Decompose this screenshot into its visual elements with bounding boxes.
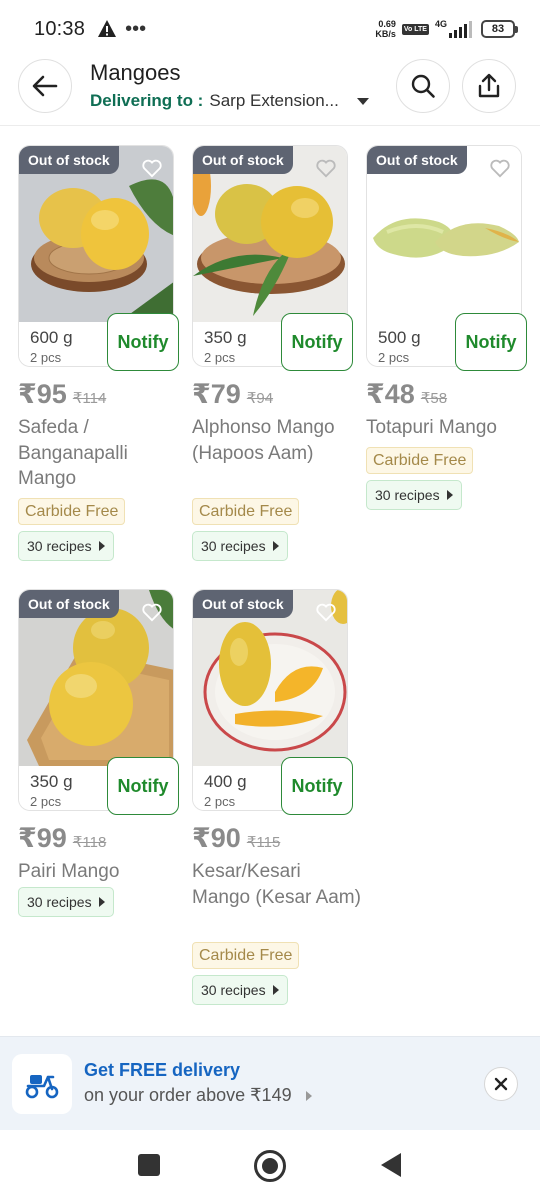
more-notifications-icon: ••• — [125, 18, 147, 40]
recipes-button[interactable]: 30 recipes — [18, 887, 114, 917]
out-of-stock-badge: Out of stock — [19, 590, 119, 618]
price: ₹48 — [366, 379, 415, 409]
product-weight: 600 g — [30, 328, 73, 347]
chevron-right-icon — [98, 541, 105, 551]
product-name[interactable]: Totapuri Mango — [366, 415, 536, 441]
mrp-price: ₹58 — [420, 390, 448, 407]
network-speed: 0.69 KB/s — [375, 19, 396, 39]
recipes-label: 30 recipes — [201, 982, 266, 998]
search-icon — [411, 74, 435, 98]
delivery-location-selector[interactable]: Delivering to : Sarp Extension... — [90, 91, 369, 111]
page-title: Mangoes — [90, 60, 181, 85]
network-type: 4G — [434, 19, 447, 29]
recent-apps-button[interactable] — [138, 1154, 160, 1176]
product-pcs: 2 pcs — [30, 350, 62, 365]
chevron-right-icon — [272, 541, 279, 551]
product-name[interactable]: Kesar/Kesari Mango (Kesar Aam) — [192, 859, 362, 910]
back-button[interactable] — [18, 59, 72, 113]
recipes-label: 30 recipes — [27, 894, 92, 910]
product-weight: 350 g — [204, 328, 247, 347]
mrp-price: ₹94 — [246, 390, 274, 407]
carbide-free-tag: Carbide Free — [18, 498, 126, 525]
product-weight: 500 g — [378, 328, 421, 347]
price: ₹90 — [192, 823, 241, 853]
signal-icon — [449, 21, 472, 38]
system-navigation-bar — [0, 1130, 540, 1200]
mrp-price: ₹118 — [72, 834, 107, 851]
recipes-button[interactable]: 30 recipes — [366, 480, 462, 510]
mrp-price: ₹115 — [246, 834, 281, 851]
price-row: ₹79 ₹94 — [192, 379, 273, 410]
chevron-right-icon — [305, 1090, 312, 1101]
delivery-address: Sarp Extension... — [209, 91, 339, 110]
price-row: ₹95 ₹114 — [18, 379, 106, 410]
recipes-label: 30 recipes — [27, 538, 92, 554]
heart-icon[interactable] — [141, 602, 163, 622]
chevron-right-icon — [446, 490, 453, 500]
price: ₹79 — [192, 379, 241, 409]
status-time: 10:38 — [34, 17, 86, 40]
scooter-icon — [12, 1054, 72, 1114]
price-row: ₹99 ₹118 — [18, 823, 106, 854]
search-button[interactable] — [396, 59, 450, 113]
chevron-right-icon — [272, 985, 279, 995]
price-row: ₹90 ₹115 — [192, 823, 280, 854]
heart-icon[interactable] — [489, 158, 511, 178]
out-of-stock-badge: Out of stock — [193, 590, 293, 618]
carbide-free-tag: Carbide Free — [192, 942, 300, 969]
free-delivery-banner[interactable]: Get FREE delivery on your order above ₹1… — [0, 1036, 540, 1130]
price: ₹99 — [18, 823, 67, 853]
recipes-button[interactable]: 30 recipes — [192, 531, 288, 561]
heart-icon[interactable] — [141, 158, 163, 178]
out-of-stock-badge: Out of stock — [367, 146, 467, 174]
recipes-button[interactable]: 30 recipes — [192, 975, 288, 1005]
dropdown-caret-icon — [356, 97, 369, 105]
price-row: ₹48 ₹58 — [366, 379, 447, 410]
out-of-stock-badge: Out of stock — [19, 146, 119, 174]
product-weight: 400 g — [204, 772, 247, 791]
mrp-price: ₹114 — [72, 390, 107, 407]
notify-button[interactable]: Notify — [107, 757, 179, 815]
header-divider — [0, 125, 540, 126]
close-icon — [494, 1077, 508, 1091]
product-pcs: 2 pcs — [378, 350, 410, 365]
product-pcs: 2 pcs — [204, 350, 236, 365]
carbide-free-tag: Carbide Free — [192, 498, 300, 525]
recipes-button[interactable]: 30 recipes — [18, 531, 114, 561]
recipes-label: 30 recipes — [375, 487, 440, 503]
share-icon — [478, 73, 500, 98]
banner-title: Get FREE delivery — [84, 1060, 241, 1080]
out-of-stock-badge: Out of stock — [193, 146, 293, 174]
close-banner-button[interactable] — [484, 1067, 518, 1101]
back-arrow-icon — [32, 75, 58, 97]
home-button[interactable] — [254, 1150, 286, 1182]
product-pcs: 2 pcs — [30, 794, 62, 809]
header: Mangoes Delivering to : Sarp Extension..… — [0, 58, 540, 124]
notify-button[interactable]: Notify — [107, 313, 179, 371]
product-name[interactable]: Alphonso Mango (Hapoos Aam) — [192, 415, 362, 466]
chevron-right-icon — [98, 897, 105, 907]
share-button[interactable] — [462, 59, 516, 113]
product-name[interactable]: Safeda / Banganapalli Mango — [18, 415, 188, 492]
delivering-to-label: Delivering to : — [90, 91, 204, 110]
product-pcs: 2 pcs — [204, 794, 236, 809]
system-back-button[interactable] — [381, 1153, 401, 1177]
warning-icon — [98, 20, 117, 37]
price: ₹95 — [18, 379, 67, 409]
banner-subtitle: on your order above ₹149 — [84, 1085, 312, 1106]
product-weight: 350 g — [30, 772, 73, 791]
notify-button[interactable]: Notify — [281, 313, 353, 371]
heart-icon[interactable] — [315, 158, 337, 178]
battery-icon: 83 — [481, 20, 518, 38]
recipes-label: 30 recipes — [201, 538, 266, 554]
notify-button[interactable]: Notify — [455, 313, 527, 371]
status-bar: 10:38 ••• 0.69 KB/s Vo LTE 4G 83 — [0, 0, 540, 58]
volte-badge: Vo LTE — [401, 23, 429, 35]
notify-button[interactable]: Notify — [281, 757, 353, 815]
product-name[interactable]: Pairi Mango — [18, 859, 188, 885]
heart-icon[interactable] — [315, 602, 337, 622]
carbide-free-tag: Carbide Free — [366, 447, 474, 474]
